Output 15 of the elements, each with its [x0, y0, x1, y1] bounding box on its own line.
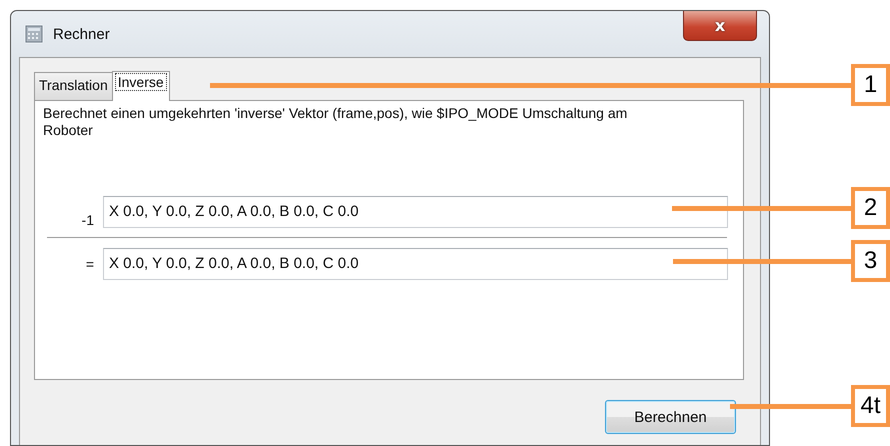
callout-number: 2 — [851, 187, 890, 229]
calculate-button[interactable]: Berechnen — [605, 400, 736, 434]
vector-field[interactable]: X 0.0, Y 0.0, Z 0.0, A 0.0, B 0.0, C 0.0 — [103, 196, 728, 228]
operator-label: = — [84, 256, 95, 272]
close-button[interactable]: x — [683, 11, 757, 41]
tab[interactable]: Translation — [34, 72, 113, 100]
description-text: Berechnet einen umgekehrten 'inverse' Vektor (frame,pos), wie $IPO_MODE Umschaltung am Roboter — [43, 105, 628, 139]
operator-label: -1 — [80, 212, 95, 228]
tab[interactable]: Inverse — [112, 71, 170, 101]
callout-number: 4t — [851, 385, 890, 427]
callout-number: 3 — [851, 240, 890, 282]
callout-number: 1 — [851, 64, 890, 106]
window-title: Rechner — [53, 26, 110, 42]
vector-field[interactable]: X 0.0, Y 0.0, Z 0.0, A 0.0, B 0.0, C 0.0 — [103, 248, 728, 280]
calculator-icon — [25, 25, 43, 43]
